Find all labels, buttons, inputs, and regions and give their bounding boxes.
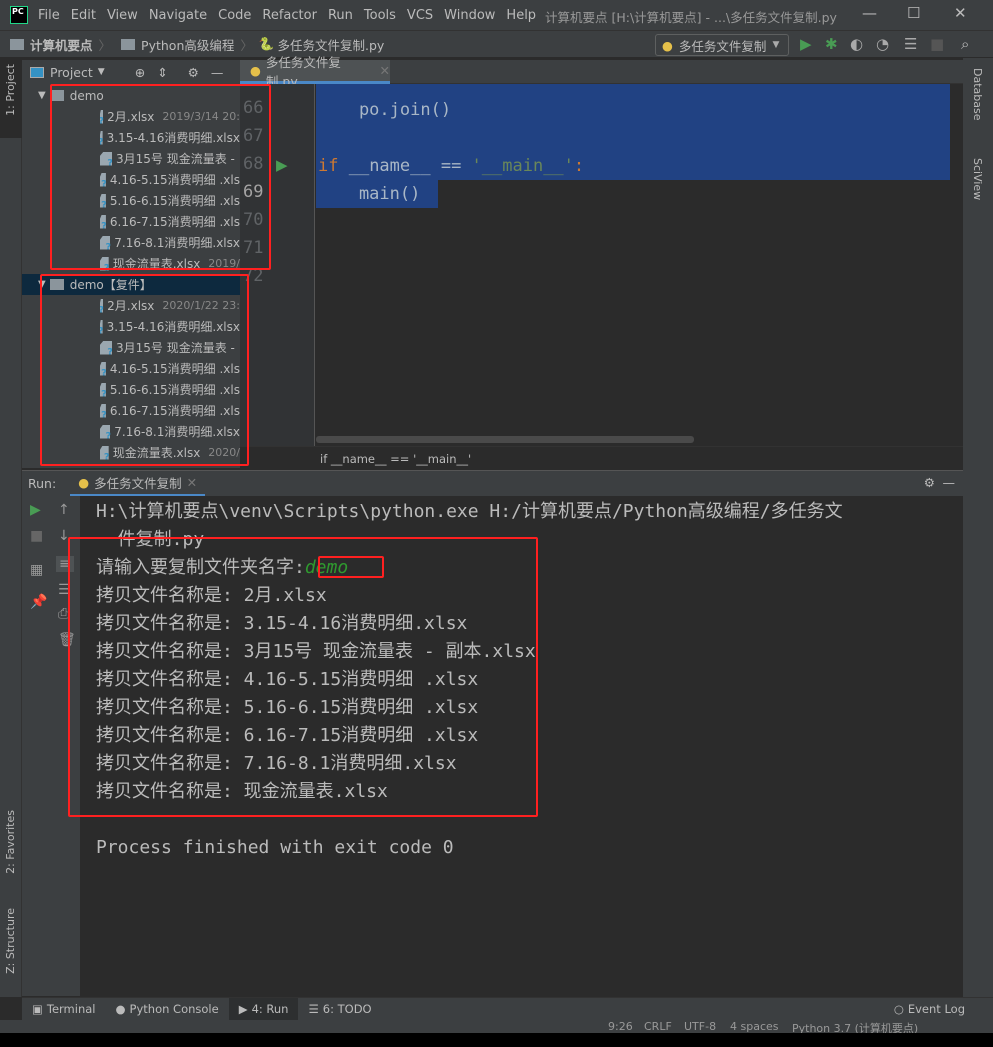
code-line: main(): [318, 184, 421, 204]
interpreter[interactable]: Python 3.7 (计算机要点): [792, 1020, 918, 1033]
run-tab[interactable]: ● 多任务文件复制 ✕: [70, 471, 206, 497]
bottom-tool-tabs: ▣ Terminal ● Python Console ▶ 4: Run ☰ 6: TO…: [22, 997, 993, 1021]
hide-icon[interactable]: —: [211, 65, 224, 80]
minimize-button[interactable]: —: [862, 4, 877, 22]
caret-position[interactable]: 9:26: [608, 1020, 633, 1033]
project-view-select[interactable]: Project: [50, 65, 93, 80]
close-button[interactable]: ✕: [954, 4, 967, 22]
code-line: if __name__ == '__main__':: [318, 156, 585, 176]
menu-window[interactable]: Window: [444, 8, 495, 23]
locate-icon[interactable]: ⊕: [135, 65, 145, 80]
menu-edit[interactable]: Edit: [71, 8, 96, 23]
status-bar: 9:26 CRLF UTF-8 4 spaces Python 3.7 (计算机…: [0, 1020, 993, 1033]
gear-icon[interactable]: ⚙: [924, 475, 935, 490]
python-file-icon: 🐍: [258, 36, 275, 51]
sciview-tool-tab[interactable]: SciView: [971, 158, 984, 200]
run-configuration-select[interactable]: ● 多任务文件复制 ▼: [655, 34, 789, 56]
stop-icon[interactable]: ■: [30, 528, 43, 544]
run-panel-header: Run: ● 多任务文件复制 ✕ ⚙ —: [22, 470, 963, 497]
python-icon: ●: [78, 474, 90, 490]
structure-tool-tab[interactable]: Z: Structure: [4, 908, 17, 974]
maximize-button[interactable]: ☐: [907, 4, 920, 22]
navigation-bar: 计算机要点〉 Python高级编程〉 🐍 多任务文件复制.py ● 多任务文件复制 ▼…: [0, 30, 993, 58]
menu-help[interactable]: Help: [506, 8, 536, 23]
menu-file[interactable]: File: [38, 8, 60, 23]
menu-view[interactable]: View: [107, 8, 138, 23]
right-tool-stripe: Database SciView: [963, 58, 993, 997]
code-line: po.join(): [318, 100, 452, 120]
run-icon[interactable]: ▶: [800, 35, 812, 53]
menu-tools[interactable]: Tools: [364, 8, 396, 23]
close-tab-icon[interactable]: ✕: [187, 475, 197, 490]
pycharm-logo: PC: [10, 6, 28, 24]
editor-breadcrumb[interactable]: if __name__ == '__main__': [240, 446, 963, 468]
terminal-icon: ▣: [32, 1002, 43, 1016]
event-log-icon: ○: [893, 1002, 904, 1016]
menu-vcs[interactable]: VCS: [407, 8, 433, 23]
event-log-tab[interactable]: ○ Event Log: [884, 998, 975, 1021]
run-config-label: 多任务文件复制: [678, 38, 767, 54]
search-icon[interactable]: ⌕: [961, 35, 969, 53]
highlight-box: [50, 84, 271, 270]
layout-icon[interactable]: ▦: [30, 562, 43, 578]
python-console-tab[interactable]: ● Python Console: [105, 998, 228, 1021]
project-panel-header: Project ▼ ⊕ ⇕ ⚙ —: [22, 60, 240, 84]
python-icon: ●: [115, 1002, 126, 1016]
os-taskbar: [0, 1033, 993, 1047]
menu-refactor[interactable]: Refactor: [262, 8, 317, 23]
pin-icon[interactable]: 📌: [30, 594, 47, 610]
collapse-all-icon[interactable]: ⇕: [157, 65, 167, 80]
left-tool-stripe: 1: Project 2: Favorites Z: Structure: [0, 58, 22, 997]
run-tool-tab[interactable]: ▶ 4: Run: [228, 997, 299, 1021]
run-label: Run:: [28, 476, 57, 491]
list-icon: ☰: [308, 1002, 319, 1016]
title-bar: PC File Edit View Navigate Code Refactor Run To…: [0, 0, 993, 30]
console-command: H:\计算机要点\venv\Scripts\python.exe H:/计算机要…: [96, 501, 843, 522]
breadcrumb-label: 计算机要点: [30, 37, 93, 53]
console-exit: Process finished with exit code 0: [96, 837, 454, 858]
favorites-tool-tab[interactable]: 2: Favorites: [4, 810, 17, 874]
coverage-icon[interactable]: ◐: [850, 35, 863, 53]
highlight-box: [318, 556, 384, 578]
code-editor[interactable]: po.join() if __name__ == '__main__': mai…: [316, 84, 963, 446]
run-tab-label: 多任务文件复制: [94, 475, 182, 491]
folder-icon: [10, 38, 24, 50]
concurrency-icon[interactable]: ☰: [904, 35, 917, 53]
editor-tabs: ● 多任务文件复制.py ✕: [240, 55, 963, 89]
encoding[interactable]: UTF-8: [684, 1020, 716, 1033]
folder-icon: [121, 38, 136, 50]
database-tool-tab[interactable]: Database: [971, 68, 984, 121]
window-title: 计算机要点 [H:\计算机要点] - ...\多任务文件复制.py: [545, 10, 837, 25]
editor-tab-active[interactable]: ● 多任务文件复制.py ✕: [240, 55, 390, 89]
menu-code[interactable]: Code: [218, 8, 251, 23]
project-icon: [30, 66, 44, 78]
hide-icon[interactable]: —: [943, 475, 956, 490]
up-icon[interactable]: ↑: [58, 502, 70, 518]
stop-icon[interactable]: ■: [930, 35, 944, 53]
project-tool-tab[interactable]: 1: Project: [4, 64, 17, 116]
run-icon: ▶: [238, 1002, 248, 1016]
menu-bar: File Edit View Navigate Code Refactor Run Tools…: [38, 8, 547, 23]
expand-arrow-icon[interactable]: ▼: [38, 90, 46, 101]
run-gutter-icon[interactable]: ▶: [276, 156, 288, 174]
rerun-icon[interactable]: ▶: [30, 502, 41, 518]
gear-icon[interactable]: ⚙: [188, 65, 199, 80]
menu-navigate[interactable]: Navigate: [149, 8, 207, 23]
close-tab-icon[interactable]: ✕: [380, 63, 390, 78]
highlight-box: [68, 537, 538, 817]
python-icon: ●: [662, 37, 673, 53]
breadcrumb-label: Python高级编程: [141, 37, 235, 53]
highlight-box: [40, 274, 249, 466]
breadcrumb-project[interactable]: 计算机要点〉: [10, 35, 111, 54]
terminal-tab[interactable]: ▣ Terminal: [22, 998, 105, 1021]
menu-run[interactable]: Run: [328, 8, 353, 23]
line-separator[interactable]: CRLF: [644, 1020, 672, 1033]
indent[interactable]: 4 spaces: [730, 1020, 779, 1033]
breadcrumb-folder[interactable]: Python高级编程〉: [117, 35, 253, 54]
horizontal-scrollbar[interactable]: [316, 436, 694, 443]
profile-icon[interactable]: ◔: [876, 35, 889, 53]
debug-icon[interactable]: ✱: [825, 35, 838, 53]
todo-tab[interactable]: ☰ 6: TODO: [298, 998, 381, 1021]
python-file-icon: ●: [250, 63, 261, 78]
